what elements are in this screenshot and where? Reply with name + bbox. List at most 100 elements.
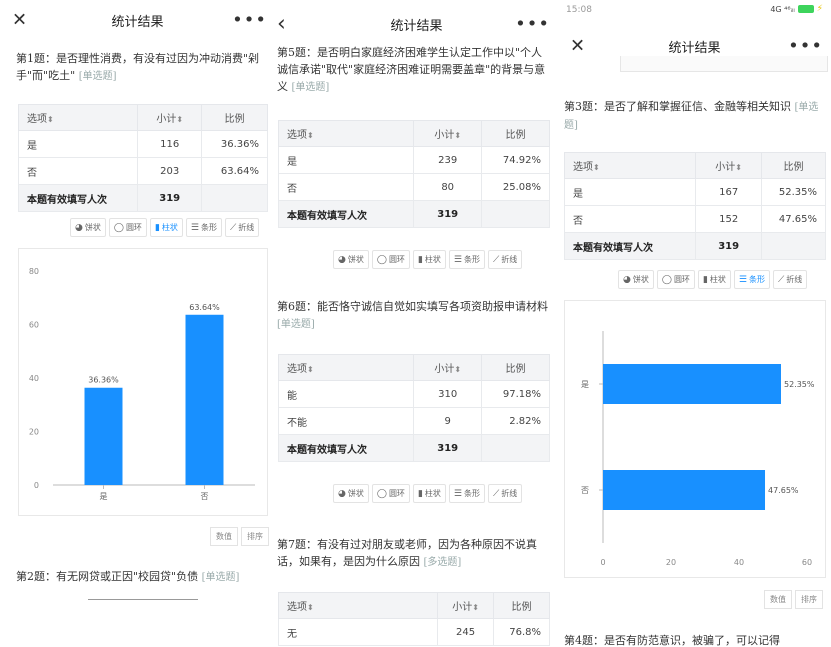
column-chart: 0 20 40 60 80 36.36% 是 63.64% 否 [18,248,268,516]
result-table: 选项⬍ 小计⬍ 比例 是 167 52.35% 否 152 47.65% 本题有… [563,152,826,260]
pie-icon: ◕ [623,274,631,285]
option-label: 无 [277,618,439,646]
close-icon[interactable]: ✕ [570,36,585,57]
ring-icon: ◯ [661,274,672,285]
question-7: 第7题：有没有过对朋友或老师，因为各种原因不说真话，如果有，是因为什么原因 [多… [277,536,553,571]
option-label: 否 [277,173,415,201]
sort-button[interactable]: 排序 [241,527,269,546]
summary-count: 319 [413,434,483,462]
col-count[interactable]: 小计⬍ [413,354,483,381]
tab-pie[interactable]: ◕ 饼状 [618,270,654,289]
close-icon[interactable]: ✕ [12,10,27,31]
tab-column[interactable]: ▮ 柱状 [412,484,446,503]
summary-label: 本题有效填写人次 [277,434,415,462]
bar-icon: ☰ [738,274,747,285]
question-text: 第6题：能否恪守诚信自觉如实填写各项资助报申请材料 [277,300,548,313]
tab-ring[interactable]: ◯ 圆环 [371,250,410,269]
y-tick-label: 否 [581,486,589,495]
col-count[interactable]: 小计⬍ [413,120,483,147]
more-icon[interactable]: ••• [788,36,823,57]
x-tick-label: 否 [201,492,209,501]
question-text: 第3题：是否了解和掌握征信、金融等相关知识 [564,100,791,113]
bar [84,387,123,485]
summary-row: 本题有效填写人次 319 [277,434,550,462]
line-icon: ⟋ [229,222,237,233]
column-icon: ▮ [154,222,160,233]
option-label: 否 [17,157,139,185]
tab-pie[interactable]: ◕ 饼状 [70,218,106,237]
col-option[interactable]: 选项⬍ [277,120,415,147]
table-row: 否 152 47.65% [563,205,826,233]
tab-ring[interactable]: ◯ 圆环 [108,218,147,237]
chart-actions: 数值 排序 [210,527,269,546]
sort-icon: ⬍ [307,131,314,140]
col-count[interactable]: 小计⬍ [695,152,763,179]
col-option[interactable]: 选项⬍ [17,104,139,131]
y-tick-label: 是 [581,380,589,389]
tab-bar[interactable]: ☰ 条形 [733,270,770,289]
data-label: 52.35% [784,380,815,389]
result-table: 选项⬍ 小计⬍ 比例 能 310 97.18% 不能 9 2.82% 本题有效填… [277,354,550,462]
option-count: 116 [137,130,203,158]
result-panel-left: ✕ 统计结果 ••• 第1题：是否理性消费，有没有过因为冲动消费"剁手"而"吃土… [0,0,275,647]
summary-count: 319 [413,200,483,228]
option-label: 不能 [277,407,415,435]
more-icon[interactable]: ••• [515,14,550,35]
back-icon[interactable]: ‹ [277,12,286,37]
tab-line[interactable]: ⟋ 折线 [487,484,523,503]
bar [603,470,766,510]
tab-pie[interactable]: ◕ 饼状 [333,484,369,503]
tab-column[interactable]: ▮ 柱状 [149,218,183,237]
more-icon[interactable]: ••• [232,10,267,31]
y-tick-label: 60 [29,321,39,330]
question-type-tag: [多选题] [423,557,462,568]
col-count[interactable]: 小计⬍ [137,104,203,131]
col-option[interactable]: 选项⬍ [277,592,439,619]
ring-icon: ◯ [376,254,387,265]
tab-bar[interactable]: ☰ 条形 [448,250,485,269]
sort-icon: ⬍ [454,131,462,140]
table-row: 否 203 63.64% [17,157,268,185]
y-tick-label: 80 [29,267,39,276]
data-button[interactable]: 数值 [764,590,792,609]
summary-count: 319 [695,232,763,260]
tab-column[interactable]: ▮ 柱状 [412,250,446,269]
sort-button[interactable]: 排序 [795,590,823,609]
option-pct: 2.82% [481,407,550,435]
tab-ring[interactable]: ◯ 圆环 [371,484,410,503]
option-pct: 97.18% [481,380,550,408]
tab-pie[interactable]: ◕ 饼状 [333,250,369,269]
question-text: 第7题：有没有过对朋友或老师，因为各种原因不说真话，如果有，是因为什么原因 [277,538,537,568]
tab-line[interactable]: ⟋ 折线 [224,218,260,237]
question-type-tag: [单选题] [291,82,330,93]
col-count[interactable]: 小计⬍ [437,592,495,619]
col-option[interactable]: 选项⬍ [563,152,697,179]
bar-icon: ☰ [453,488,462,499]
table-row: 否 80 25.08% [277,173,550,201]
tab-column[interactable]: ▮ 柱状 [697,270,731,289]
x-tick-label: 60 [802,558,812,567]
chart-type-tabs: ◕ 饼状 ◯ 圆环 ▮ 柱状 ☰ 条形 ⟋ 折线 [333,250,523,269]
summary-label: 本题有效填写人次 [277,200,415,228]
bar-icon: ☰ [190,222,199,233]
question-type-tag: [单选题] [201,572,240,583]
question-text: 第1题：是否理性消费，有没有过因为冲动消费"剁手"而"吃土" [16,52,260,82]
tab-bar[interactable]: ☰ 条形 [185,218,222,237]
tab-bar[interactable]: ☰ 条形 [448,484,485,503]
bar-chart-svg: 0 20 40 60 是 52.35% 否 47.65% [581,331,815,567]
tab-ring[interactable]: ◯ 圆环 [656,270,695,289]
question-4: 第4题：是否有防范意识，被骗了，可以记得 [564,632,826,647]
ring-icon: ◯ [113,222,124,233]
summary-row: 本题有效填写人次 319 [277,200,550,228]
pie-icon: ◕ [338,488,346,499]
previous-chart-tabs-edge [620,56,828,72]
option-label: 否 [563,205,697,233]
option-count: 80 [413,173,483,201]
data-button[interactable]: 数值 [210,527,238,546]
table-row: 无 245 76.8% [277,618,550,646]
tab-line[interactable]: ⟋ 折线 [487,250,523,269]
tab-line[interactable]: ⟋ 折线 [772,270,808,289]
col-option[interactable]: 选项⬍ [277,354,415,381]
chart-type-tabs: ◕ 饼状 ◯ 圆环 ▮ 柱状 ☰ 条形 ⟋ 折线 [333,484,523,503]
result-table: 选项⬍ 小计⬍ 比例 是 239 74.92% 否 80 25.08% 本题有效… [277,120,550,228]
